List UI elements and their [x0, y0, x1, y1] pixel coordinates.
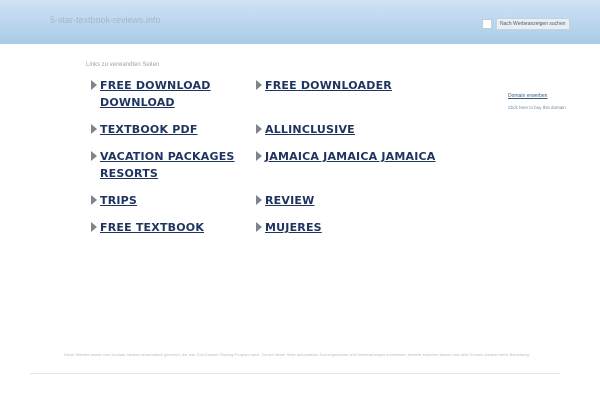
arrow-icon — [256, 151, 262, 161]
arrow-icon — [91, 195, 97, 205]
link-item[interactable]: JAMAICA JAMAICA JAMAICA — [256, 148, 456, 165]
buy-domain-link[interactable]: Domain erwerben — [508, 93, 566, 99]
footer-divider — [30, 373, 560, 374]
link-item[interactable]: FREE DOWNLOADER — [256, 77, 456, 94]
buy-domain-note[interactable]: Click here to buy this domain — [508, 105, 566, 110]
link-label[interactable]: VACATION PACKAGES RESORTS — [100, 148, 241, 182]
arrow-icon — [91, 80, 97, 90]
link-item[interactable]: FREE DOWNLOAD DOWNLOAD — [91, 77, 241, 111]
domain-sidebar: Domain erwerben Click here to buy this d… — [508, 93, 566, 110]
site-title[interactable]: 5-star-textbook-reviews.info — [50, 15, 161, 25]
link-item[interactable]: REVIEW — [256, 192, 456, 209]
link-item[interactable]: TEXTBOOK PDF — [91, 121, 241, 138]
search-area: Nach Werbeanzeigen suchen — [482, 18, 570, 30]
link-item[interactable]: VACATION PACKAGES RESORTS — [91, 148, 241, 182]
search-button[interactable]: Nach Werbeanzeigen suchen — [496, 18, 570, 30]
link-label[interactable]: MUJERES — [265, 219, 322, 236]
link-label[interactable]: ALLINCLUSIVE — [265, 121, 355, 138]
link-label[interactable]: REVIEW — [265, 192, 314, 209]
arrow-icon — [91, 151, 97, 161]
arrow-icon — [91, 222, 97, 232]
link-label[interactable]: JAMAICA JAMAICA JAMAICA — [265, 148, 436, 165]
link-item[interactable]: FREE TEXTBOOK — [91, 219, 241, 236]
arrow-icon — [256, 195, 262, 205]
link-item[interactable]: MUJERES — [256, 219, 456, 236]
arrow-icon — [256, 124, 262, 134]
arrow-icon — [256, 80, 262, 90]
link-item[interactable]: TRIPS — [91, 192, 241, 209]
search-input[interactable] — [482, 19, 492, 29]
arrow-icon — [256, 222, 262, 232]
arrow-icon — [91, 124, 97, 134]
link-label[interactable]: FREE DOWNLOAD DOWNLOAD — [100, 77, 241, 111]
link-item[interactable]: ALLINCLUSIVE — [256, 121, 456, 138]
header-bar: 5-star-textbook-reviews.info Nach Werbea… — [0, 0, 600, 44]
link-label[interactable]: TEXTBOOK PDF — [100, 121, 198, 138]
link-label[interactable]: TRIPS — [100, 192, 137, 209]
footer-disclaimer: Diese Website wurde vom Domain-Inhaber a… — [64, 352, 530, 357]
links-heading: Links zu verwandten Seiten — [86, 62, 160, 68]
link-label[interactable]: FREE TEXTBOOK — [100, 219, 204, 236]
link-label[interactable]: FREE DOWNLOADER — [265, 77, 392, 94]
